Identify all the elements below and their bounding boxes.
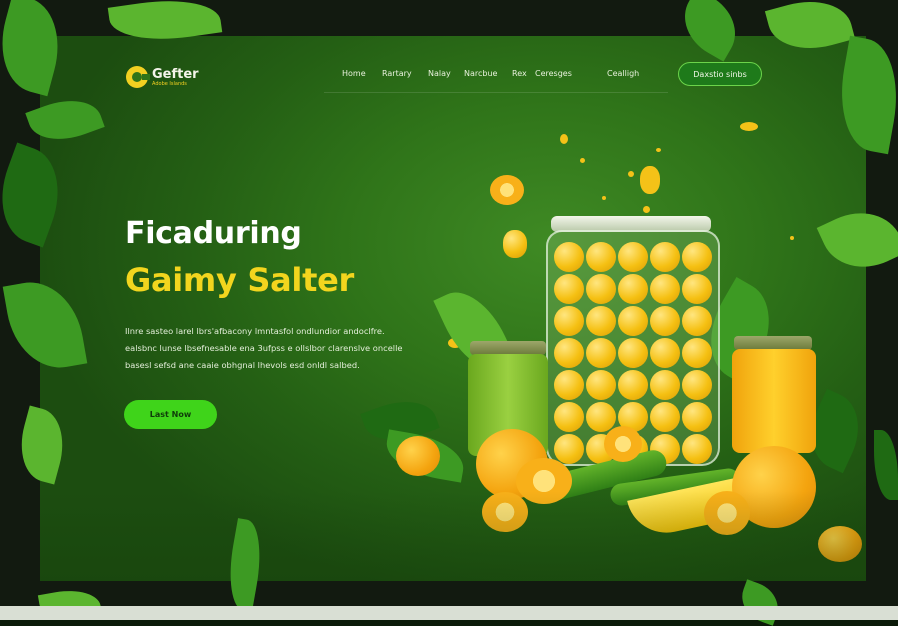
fruit-ball <box>682 434 712 464</box>
fruit-ball <box>618 242 648 272</box>
fruit-ball <box>586 402 616 432</box>
fruit-ball <box>554 402 584 432</box>
orange-image <box>732 446 816 528</box>
fruit-ball <box>586 370 616 400</box>
fruit-ball <box>554 274 584 304</box>
hero-body: Ilnre sasteo larel lbrs'afbacony lmntasf… <box>125 323 425 374</box>
nav-login-link[interactable]: Cealligh <box>607 69 639 78</box>
fruit-fleck <box>580 158 585 163</box>
nav-item-rartary[interactable]: Rartary <box>382 69 412 78</box>
fruit-fleck <box>628 171 634 177</box>
fruit-ball <box>554 242 584 272</box>
fruit-ball <box>554 338 584 368</box>
fruit-ball <box>618 306 648 336</box>
orange-slice-image <box>490 175 524 205</box>
hero-title: Ficaduring <box>125 216 302 251</box>
hero-body-line: basesl sefsd ane caaie obhgnal lhevols e… <box>125 360 360 370</box>
fruit-ball <box>618 338 648 368</box>
orange-slice-image <box>482 492 528 532</box>
fruit-ball <box>650 338 680 368</box>
fruit-ball <box>682 402 712 432</box>
hero-body-line: ealsbnc lunse lbsefnesable ena 3ufpss e … <box>125 343 403 353</box>
fruit-ball <box>682 370 712 400</box>
fruit-fleck <box>602 196 606 200</box>
logo-mark-icon <box>126 66 150 88</box>
fruit-ball <box>682 274 712 304</box>
nav-item-nalay[interactable]: Nalay <box>428 69 451 78</box>
orange-slice-image <box>704 491 750 535</box>
orange-image <box>818 526 862 562</box>
nav-divider <box>324 92 668 93</box>
yellow-juice-jar <box>732 349 816 453</box>
fruit-ball <box>682 306 712 336</box>
hero-body-line: Ilnre sasteo larel lbrs'afbacony lmntasf… <box>125 326 385 336</box>
fruit-ball <box>586 338 616 368</box>
nav-item-narcbue[interactable]: Narcbue <box>464 69 497 78</box>
orange-image <box>396 436 440 476</box>
jar-lid <box>470 341 546 355</box>
nav-item-rex[interactable]: Rex <box>512 69 527 78</box>
fruit-ball <box>586 274 616 304</box>
fruit-ball <box>618 274 648 304</box>
fruit-ball <box>650 402 680 432</box>
orange-slice-image <box>516 458 572 504</box>
brand-logo[interactable]: Gefter Adobe Islands <box>126 66 199 88</box>
jar-lid <box>734 336 812 350</box>
website-panel: Gefter Adobe Islands Home Rartary Nalay … <box>40 36 866 581</box>
fruit-fleck <box>560 134 568 144</box>
fruit-ball <box>650 306 680 336</box>
fruit-ball <box>618 370 648 400</box>
bottom-bar <box>0 606 898 620</box>
fruit-fleck <box>790 236 794 240</box>
fruit-ball <box>650 242 680 272</box>
fruit-ball <box>554 306 584 336</box>
brand-tagline: Adobe Islands <box>152 80 187 87</box>
header-cta-button[interactable]: Daxstio sinbs <box>678 62 762 86</box>
nav-item-home[interactable]: Home <box>342 69 366 78</box>
fruit-fleck <box>656 148 661 152</box>
fruit-ball <box>554 434 584 464</box>
fruit-ball <box>586 306 616 336</box>
orange-slice-image <box>604 426 642 462</box>
nav-item-ceresges[interactable]: Ceresges <box>535 69 572 78</box>
brand-name: Gefter <box>152 66 199 82</box>
hero-cta-button[interactable]: Last Now <box>124 400 217 429</box>
fruit-ball <box>586 242 616 272</box>
fruit-fleck <box>640 166 660 194</box>
fruit-fleck <box>740 122 758 131</box>
hero-highlight: Gaimy Salter <box>125 261 354 299</box>
fruit-piece-image <box>503 230 527 258</box>
fruit-ball <box>682 242 712 272</box>
fruit-ball <box>650 370 680 400</box>
fruit-ball <box>682 338 712 368</box>
fruit-ball <box>554 370 584 400</box>
fruit-fleck <box>643 206 650 213</box>
fruit-ball <box>650 274 680 304</box>
